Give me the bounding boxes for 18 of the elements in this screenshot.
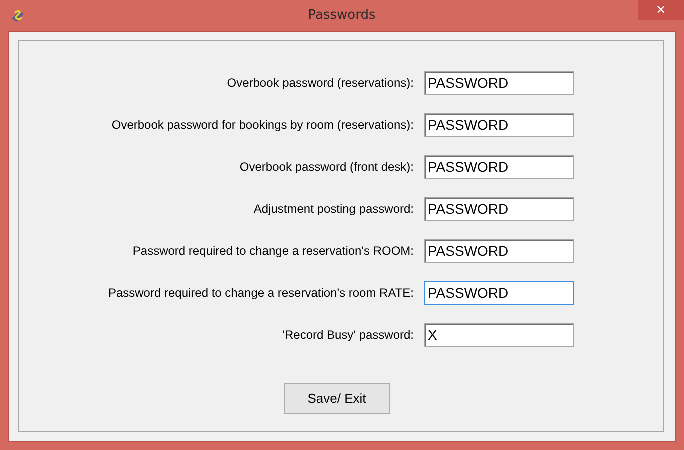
password-field[interactable]: PASSWORD [424,155,574,179]
field-label: Password required to change a reservation's ROOM: [132,244,414,258]
password-field[interactable]: PASSWORD [424,281,574,305]
field-label: Password required to change a reservation's room RATE: [107,286,414,300]
field-label: 'Record Busy' password: [282,328,414,342]
password-field[interactable]: PASSWORD [424,239,574,263]
field-label: Overbook password (reservations): [226,76,414,90]
window-title: Passwords [308,8,376,23]
field-label: Adjustment posting password: [252,202,414,216]
password-field[interactable]: PASSWORD [424,197,574,221]
close-button[interactable]: ✕ [638,0,684,20]
save-exit-button[interactable]: Save/ Exit [284,383,390,414]
field-label: Overbook password for bookings by room (reservations): [110,118,414,132]
app-logo-icon [10,8,26,24]
password-field[interactable]: X [424,323,574,347]
password-field[interactable]: PASSWORD [424,71,574,95]
field-label: Overbook password (front desk): [238,160,414,174]
password-field[interactable]: PASSWORD [424,113,574,137]
